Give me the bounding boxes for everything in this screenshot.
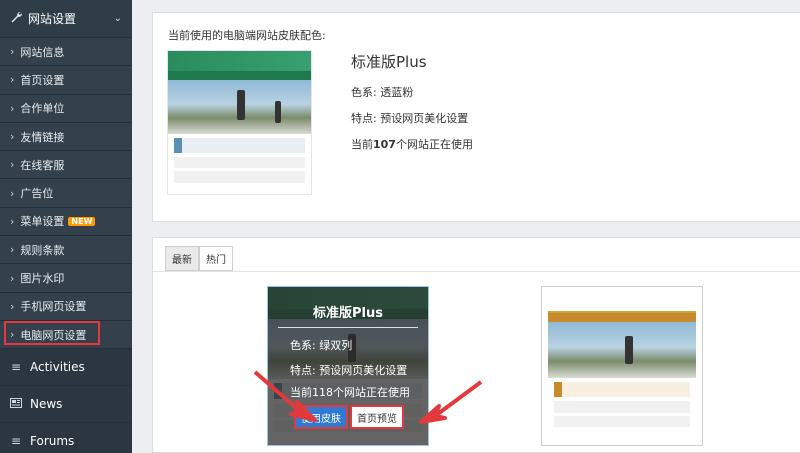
sidebar-item-label: 规则条款	[20, 243, 65, 257]
chevron-right-icon: ›	[10, 271, 15, 285]
annotation-arrow-right	[419, 380, 483, 424]
sidebar-section-label: Activities	[30, 360, 85, 375]
sidebar-section-news[interactable]: News	[0, 386, 132, 424]
list-icon: ≡	[10, 360, 22, 375]
current-skin-info: 标准版Plus 色系: 透蓝粉 特点: 预设网页美化设置 当前107个网站正在使…	[351, 51, 473, 162]
skin-card-gold[interactable]	[541, 286, 703, 446]
sidebar-section-label: News	[30, 397, 63, 412]
main-content: 当前使用的电脑端网站皮肤配色: 标准版Plus 色系: 透蓝粉 特点: 预设网页…	[132, 0, 800, 453]
skin-thumbnail	[548, 293, 696, 439]
current-skin-thumbnail	[167, 50, 312, 195]
sidebar: 网站设置 ⌄ › 网站信息 › 首页设置 › 合作单位 › 友情链接 › 在线客服 › 广告…	[0, 0, 132, 453]
list-icon: ≡	[10, 434, 22, 449]
current-skin-name: 标准版Plus	[351, 53, 427, 71]
current-skin-color: 色系: 透蓝粉	[351, 86, 414, 99]
sidebar-item-label: 网站信息	[20, 45, 65, 59]
sidebar-section-activities[interactable]: ≡ Activities	[0, 349, 132, 387]
chevron-right-icon: ›	[10, 214, 15, 228]
new-badge: NEW	[68, 216, 96, 226]
sidebar-item-online-service[interactable]: › 在线客服	[0, 151, 132, 180]
tab-latest[interactable]: 最新	[165, 246, 199, 271]
sidebar-item-menu-settings[interactable]: › 菜单设置 NEW	[0, 207, 132, 237]
sidebar-item-mobile-settings[interactable]: › 手机网页设置	[0, 292, 132, 321]
chevron-right-icon: ›	[10, 73, 15, 87]
sidebar-section-forums[interactable]: ≡ Forums	[0, 423, 132, 453]
current-skin-heading: 当前使用的电脑端网站皮肤配色:	[168, 29, 326, 42]
sidebar-item-label: 手机网页设置	[20, 300, 87, 314]
home-preview-button[interactable]: 首页预览	[350, 405, 404, 429]
chevron-right-icon: ›	[10, 158, 15, 172]
sidebar-item-label: 在线客服	[20, 158, 65, 172]
current-skin-usage: 当前107个网站正在使用	[351, 138, 473, 151]
skin-card-color: 色系: 绿双列	[290, 339, 353, 352]
newspaper-icon	[10, 397, 22, 411]
sidebar-section-label: Forums	[30, 434, 75, 449]
sidebar-header-label: 网站设置	[28, 12, 77, 26]
sidebar-item-watermark[interactable]: › 图片水印	[0, 264, 132, 293]
sidebar-item-label: 图片水印	[20, 272, 65, 286]
current-skin-feature: 特点: 预设网页美化设置	[351, 112, 469, 125]
annotation-arrow-left	[253, 370, 317, 422]
tab-popular[interactable]: 热门	[199, 246, 233, 271]
chevron-right-icon: ›	[10, 130, 15, 144]
sidebar-item-site-info[interactable]: › 网站信息	[0, 38, 132, 67]
sidebar-item-label: 友情链接	[20, 130, 65, 144]
highlight-box	[4, 321, 100, 345]
sidebar-item-label: 广告位	[20, 187, 54, 201]
sidebar-item-friend-links[interactable]: › 友情链接	[0, 122, 132, 152]
sidebar-item-label: 合作单位	[20, 102, 65, 116]
chevron-right-icon: ›	[10, 243, 15, 257]
sidebar-header-website-settings[interactable]: 网站设置 ⌄	[0, 0, 132, 38]
current-skin-panel: 当前使用的电脑端网站皮肤配色: 标准版Plus 色系: 透蓝粉 特点: 预设网页…	[152, 12, 800, 222]
wrench-icon	[10, 11, 22, 26]
chevron-right-icon: ›	[10, 299, 15, 313]
sidebar-item-partners[interactable]: › 合作单位	[0, 94, 132, 123]
sidebar-item-label: 菜单设置	[20, 215, 65, 229]
chevron-right-icon: ›	[10, 101, 15, 115]
sidebar-item-ad-slots[interactable]: › 广告位	[0, 179, 132, 208]
sidebar-item-label: 首页设置	[20, 73, 65, 87]
sidebar-item-terms[interactable]: › 规则条款	[0, 236, 132, 265]
skin-tabs: 最新 热门	[165, 246, 233, 271]
chevron-right-icon: ›	[10, 186, 15, 200]
chevron-down-icon: ⌄	[113, 13, 122, 24]
sidebar-item-home-settings[interactable]: › 首页设置	[0, 66, 132, 95]
skin-list-panel: 最新 热门 标准版Plus 色系: 绿双列 特点: 预设网页美化设置 当前118…	[152, 237, 800, 453]
chevron-right-icon: ›	[10, 45, 15, 59]
skin-card-name: 标准版Plus	[313, 306, 383, 321]
